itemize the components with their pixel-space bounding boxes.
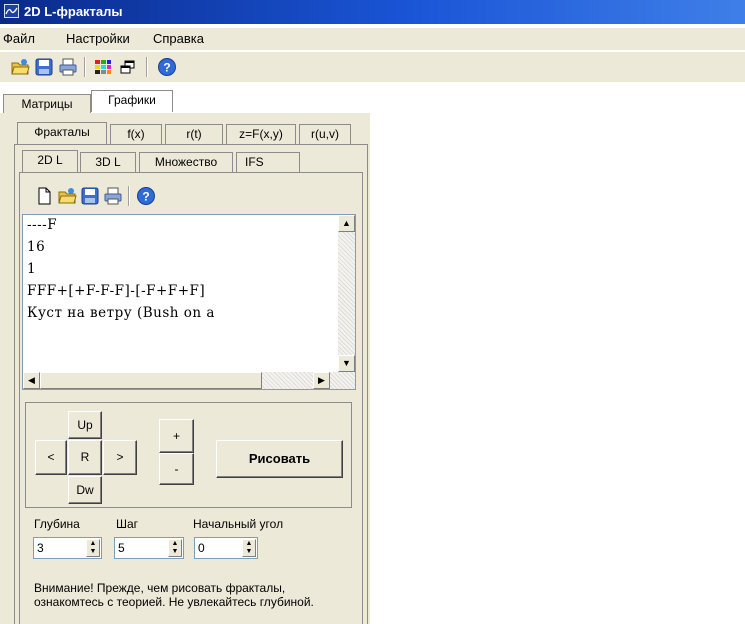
- tab-graphs-label: Графики: [108, 93, 156, 107]
- move-up-label: Up: [77, 418, 93, 432]
- scroll-left-button[interactable]: ◀: [23, 372, 40, 389]
- print-icon[interactable]: [58, 57, 78, 77]
- scroll-right-button[interactable]: ▶: [313, 372, 330, 389]
- draw-button[interactable]: Рисовать: [216, 440, 343, 478]
- move-right-button[interactable]: >: [103, 440, 137, 475]
- depth-spinner[interactable]: 3 ▲ ▼: [33, 537, 102, 559]
- tab-fx[interactable]: f(x): [110, 124, 162, 144]
- editor-line: Куст на ветру (Bush on a: [27, 305, 215, 321]
- move-down-button[interactable]: Dw: [68, 476, 102, 504]
- open-icon[interactable]: [10, 57, 30, 77]
- window-title: 2D L-фракталы: [24, 4, 123, 19]
- tab-3d-l-label: 3D L: [95, 155, 121, 169]
- tab-ifs-label: IFS: [245, 155, 264, 169]
- tab-matrices-label: Матрицы: [21, 97, 73, 111]
- new-file-icon[interactable]: [34, 186, 54, 206]
- menu-file[interactable]: Файл: [3, 31, 35, 46]
- depth-spin-arrows[interactable]: ▲ ▼: [86, 539, 100, 557]
- save-icon[interactable]: [80, 186, 100, 206]
- menu-bar: Файл Настройки Справка: [0, 28, 745, 50]
- svg-text:?: ?: [142, 190, 149, 204]
- tab-3d-l[interactable]: 3D L: [80, 152, 136, 172]
- editor-line: FFF+[+F-F-F]-[-F+F+F]: [27, 283, 206, 299]
- tab-zfxy[interactable]: z=F(x,y): [226, 124, 296, 144]
- editor-line: 16: [27, 239, 46, 255]
- warning-text: Внимание! Прежде, чем рисовать фракталы,…: [34, 581, 314, 609]
- open-icon[interactable]: [57, 186, 77, 206]
- zoom-in-label: +: [172, 429, 180, 443]
- app-icon: [4, 4, 19, 18]
- title-bar: 2D L-фракталы: [0, 0, 745, 24]
- scroll-up-button[interactable]: ▲: [338, 215, 355, 232]
- depth-label: Глубина: [34, 517, 80, 531]
- window-icon[interactable]: [118, 57, 138, 77]
- tab-rt-label: r(t): [186, 127, 202, 141]
- zoom-in-button[interactable]: +: [159, 419, 194, 453]
- tab-ruv-label: r(u,v): [311, 127, 339, 141]
- zoom-out-label: -: [174, 462, 179, 476]
- reset-label: R: [80, 450, 90, 464]
- l-system-editor[interactable]: ----F 16 1 FFF+[+F-F-F]-[-F+F+F] Куст на…: [22, 214, 356, 390]
- main-toolbar: ?: [0, 52, 745, 82]
- tab-rt[interactable]: r(t): [165, 124, 223, 144]
- tab-ruv[interactable]: r(u,v): [299, 124, 351, 144]
- svg-text:?: ?: [163, 61, 170, 75]
- tab-2d-l-label: 2D L: [37, 153, 63, 167]
- save-icon[interactable]: [34, 57, 54, 77]
- tab-set-label: Множество: [154, 155, 218, 169]
- help-icon[interactable]: ?: [136, 186, 156, 206]
- angle-value: 0: [198, 541, 205, 555]
- tab-fractals-label: Фракталы: [34, 125, 90, 139]
- move-right-label: >: [116, 450, 124, 464]
- step-label: Шаг: [116, 517, 139, 531]
- help-icon[interactable]: ?: [157, 57, 177, 77]
- start-angle-label: Начальный угол: [193, 517, 284, 531]
- toolbar-separator: [146, 57, 148, 77]
- menu-help[interactable]: Справка: [153, 31, 204, 46]
- move-down-label: Dw: [76, 483, 94, 497]
- tab-2d-l[interactable]: 2D L: [22, 150, 78, 172]
- move-left-button[interactable]: <: [35, 440, 67, 475]
- tab-fx-label: f(x): [127, 127, 145, 141]
- tab-fractals[interactable]: Фракталы: [17, 122, 107, 144]
- toolbar-separator: [128, 186, 130, 206]
- tab-matrices[interactable]: Матрицы: [3, 94, 91, 114]
- editor-line: 1: [27, 261, 37, 277]
- tab-ifs[interactable]: IFS: [236, 152, 300, 172]
- vertical-scrollbar[interactable]: ▲ ▼: [338, 215, 355, 372]
- step-value: 5: [118, 541, 125, 555]
- horizontal-scrollbar[interactable]: ◀ ▶: [23, 372, 355, 389]
- angle-spin-arrows[interactable]: ▲ ▼: [242, 539, 256, 557]
- reset-button[interactable]: R: [68, 440, 102, 475]
- angle-spinner[interactable]: 0 ▲ ▼: [194, 537, 258, 559]
- draw-button-label: Рисовать: [248, 451, 311, 466]
- toolbar-separator: [84, 57, 86, 77]
- move-left-label: <: [47, 450, 55, 464]
- step-spinner[interactable]: 5 ▲ ▼: [114, 537, 184, 559]
- step-spin-arrows[interactable]: ▲ ▼: [168, 539, 182, 557]
- tab-graphs[interactable]: Графики: [91, 90, 173, 112]
- menu-settings[interactable]: Настройки: [66, 31, 130, 46]
- print-icon[interactable]: [103, 186, 123, 206]
- app-window: 2D L-фракталы Файл Настройки Справка ? М…: [0, 0, 745, 624]
- editor-line: ----F: [27, 217, 58, 233]
- tab-zfxy-label: z=F(x,y): [239, 127, 283, 141]
- tab-set[interactable]: Множество: [139, 152, 233, 172]
- scroll-thumb[interactable]: [40, 372, 262, 389]
- top-tab-strip: Матрицы Графики: [0, 88, 745, 114]
- depth-value: 3: [37, 541, 44, 555]
- palette-icon[interactable]: [93, 57, 113, 77]
- move-up-button[interactable]: Up: [68, 411, 102, 439]
- scroll-down-button[interactable]: ▼: [338, 355, 355, 372]
- zoom-out-button[interactable]: -: [159, 453, 194, 485]
